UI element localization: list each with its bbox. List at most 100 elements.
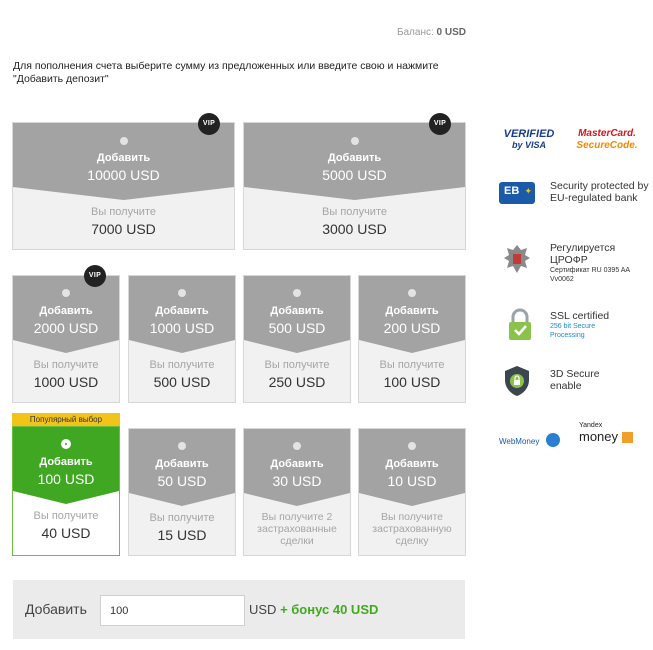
deposit-card-100-selected[interactable]: Добавить 100 USD Вы получите 40 USD xyxy=(12,426,120,556)
bonus-text: + бонус 40 USD xyxy=(280,602,379,617)
get-label: Вы получите xyxy=(264,359,330,371)
balance: Баланс: 0 USD xyxy=(397,27,466,38)
eu-stars-icon: ✦ xyxy=(524,186,532,196)
get-label: Вы получите xyxy=(322,206,387,218)
secure3d-row: 3D Secure enable xyxy=(497,362,653,402)
deposit-card-5000[interactable]: Добавить 5000 USD Вы получите 3000 USD xyxy=(243,122,466,250)
radio-selected xyxy=(62,440,70,448)
radio-dot xyxy=(408,289,416,297)
add-amount: 10000 USD xyxy=(87,167,160,183)
yandex-wallet-icon xyxy=(621,432,633,444)
get-amount: 100 USD xyxy=(383,374,441,390)
get-amount: 3000 USD xyxy=(322,221,387,237)
add-amount: 100 USD xyxy=(37,471,95,487)
webmoney-label: WebMoney xyxy=(499,437,540,446)
add-amount: 500 USD xyxy=(268,320,326,336)
verified-visa-line1: VERIFIED xyxy=(503,128,555,140)
eu-bank-icon: EB ✦ xyxy=(499,182,535,204)
vip-badge: VIP xyxy=(84,265,106,287)
add-amount: 10 USD xyxy=(387,473,437,489)
ssl-row: SSL certified 256 bit Secure Processing xyxy=(497,306,653,346)
vip-badge: VIP xyxy=(198,113,220,135)
add-amount: 5000 USD xyxy=(322,167,387,183)
crofr-certificate: Сертификат RU 0395 AA Vv0062 xyxy=(550,267,630,283)
radio-dot xyxy=(408,442,416,450)
get-label: Вы получите xyxy=(33,510,99,522)
radio-dot xyxy=(62,289,70,297)
deposit-card-200[interactable]: Добавить 200 USD Вы получите 100 USD xyxy=(358,275,466,403)
add-label: Добавить xyxy=(385,458,439,470)
ssl-label: SSL certified xyxy=(550,310,610,322)
deposit-card-10[interactable]: Добавить 10 USD Вы получите застрахованн… xyxy=(358,428,466,556)
eu-bank-row: EB ✦ Security protected by EU-regulated … xyxy=(497,180,653,220)
verified-by-visa-logo: VERIFIED by VISA xyxy=(499,128,559,150)
add-label: Добавить xyxy=(96,152,151,164)
get-label: Вы получите xyxy=(149,512,215,524)
shield-lock-icon xyxy=(502,364,532,403)
eu-bank-logo-text: EB xyxy=(504,185,520,197)
add-label: Добавить xyxy=(155,305,209,317)
add-label: Добавить xyxy=(39,456,93,468)
get-amount: 1000 USD xyxy=(33,374,99,390)
deposit-card-500[interactable]: Добавить 500 USD Вы получите 250 USD xyxy=(243,275,351,403)
mastercard-line2: SecureCode. xyxy=(576,140,638,151)
coat-of-arms-icon xyxy=(500,242,534,281)
yandex-money-label: money xyxy=(579,429,619,444)
get-amount: 40 USD xyxy=(41,525,91,541)
vip-badge: VIP xyxy=(429,113,451,135)
padlock-icon xyxy=(505,308,535,347)
add-amount: 2000 USD xyxy=(33,320,99,336)
deposit-card-1000[interactable]: Добавить 1000 USD Вы получите 500 USD xyxy=(128,275,236,403)
payment-systems-row: WebMoney Yandex money xyxy=(497,420,653,454)
currency-label: USD xyxy=(249,602,277,617)
deposit-currency: USD + бонус 40 USD xyxy=(249,602,378,617)
radio-dot xyxy=(293,289,301,297)
deposit-card-10000[interactable]: Добавить 10000 USD Вы получите 7000 USD xyxy=(12,122,235,250)
custom-deposit-label: Добавить xyxy=(25,601,87,617)
deposit-card-50[interactable]: Добавить 50 USD Вы получите 15 USD xyxy=(128,428,236,556)
add-label: Добавить xyxy=(39,305,93,317)
deposit-amount-input[interactable] xyxy=(100,595,245,626)
custom-deposit-bar: Добавить USD + бонус 40 USD xyxy=(13,580,465,639)
get-amount: 500 USD xyxy=(153,374,211,390)
eu-bank-text: Security protected by EU-regulated bank xyxy=(550,180,649,204)
ssl-detail: 256 bit Secure Processing xyxy=(550,323,596,339)
add-amount: 30 USD xyxy=(272,473,322,489)
radio-dot xyxy=(293,442,301,450)
balance-label: Баланс: xyxy=(396,27,434,38)
mastercard-securecode-logo: MasterCard. SecureCode. xyxy=(572,128,642,151)
crofr-text: Регулируется ЦРОФР Сертификат RU 0395 AA… xyxy=(550,242,650,284)
webmoney-logo: WebMoney xyxy=(499,431,560,449)
add-label: Добавить xyxy=(270,305,324,317)
yandex-money-logo: Yandex money xyxy=(579,422,633,444)
get-label: Вы получите xyxy=(91,206,156,218)
add-amount: 200 USD xyxy=(383,320,441,336)
get-amount: 15 USD xyxy=(157,527,207,543)
radio-dot xyxy=(178,442,186,450)
get-amount: 7000 USD xyxy=(91,221,156,237)
balance-value: 0 USD xyxy=(436,27,466,38)
get-amount: 250 USD xyxy=(268,374,326,390)
get-text: Вы получите 2 застрахованные сделки xyxy=(257,511,337,547)
deposit-card-30[interactable]: Добавить 30 USD Вы получите 2 застрахова… xyxy=(243,428,351,556)
verified-visa-mastercard: VERIFIED by VISA MasterCard. SecureCode. xyxy=(497,128,653,158)
get-label: Вы получите xyxy=(379,359,445,371)
radio-dot xyxy=(178,289,186,297)
webmoney-globe-icon xyxy=(545,432,560,447)
secure3d-text: 3D Secure enable xyxy=(550,368,600,392)
intro-text: Для пополнения счета выберите сумму из п… xyxy=(13,60,439,85)
get-text: Вы получите застрахованную сделку xyxy=(372,511,452,547)
deposit-card-2000[interactable]: Добавить 2000 USD Вы получите 1000 USD xyxy=(12,275,120,403)
get-label: Вы получите xyxy=(33,359,99,371)
add-label: Добавить xyxy=(327,152,382,164)
crofr-label: Регулируется ЦРОФР xyxy=(550,242,616,266)
add-label: Добавить xyxy=(270,458,324,470)
add-label: Добавить xyxy=(155,458,209,470)
get-label: Вы получите xyxy=(149,359,215,371)
radio-dot xyxy=(119,137,128,145)
add-amount: 1000 USD xyxy=(149,320,215,336)
verified-visa-line2: by VISA xyxy=(511,140,546,150)
add-amount: 50 USD xyxy=(157,473,207,489)
crofr-row: Регулируется ЦРОФР Сертификат RU 0395 AA… xyxy=(497,240,653,288)
mastercard-line1: MasterCard. xyxy=(578,128,636,139)
